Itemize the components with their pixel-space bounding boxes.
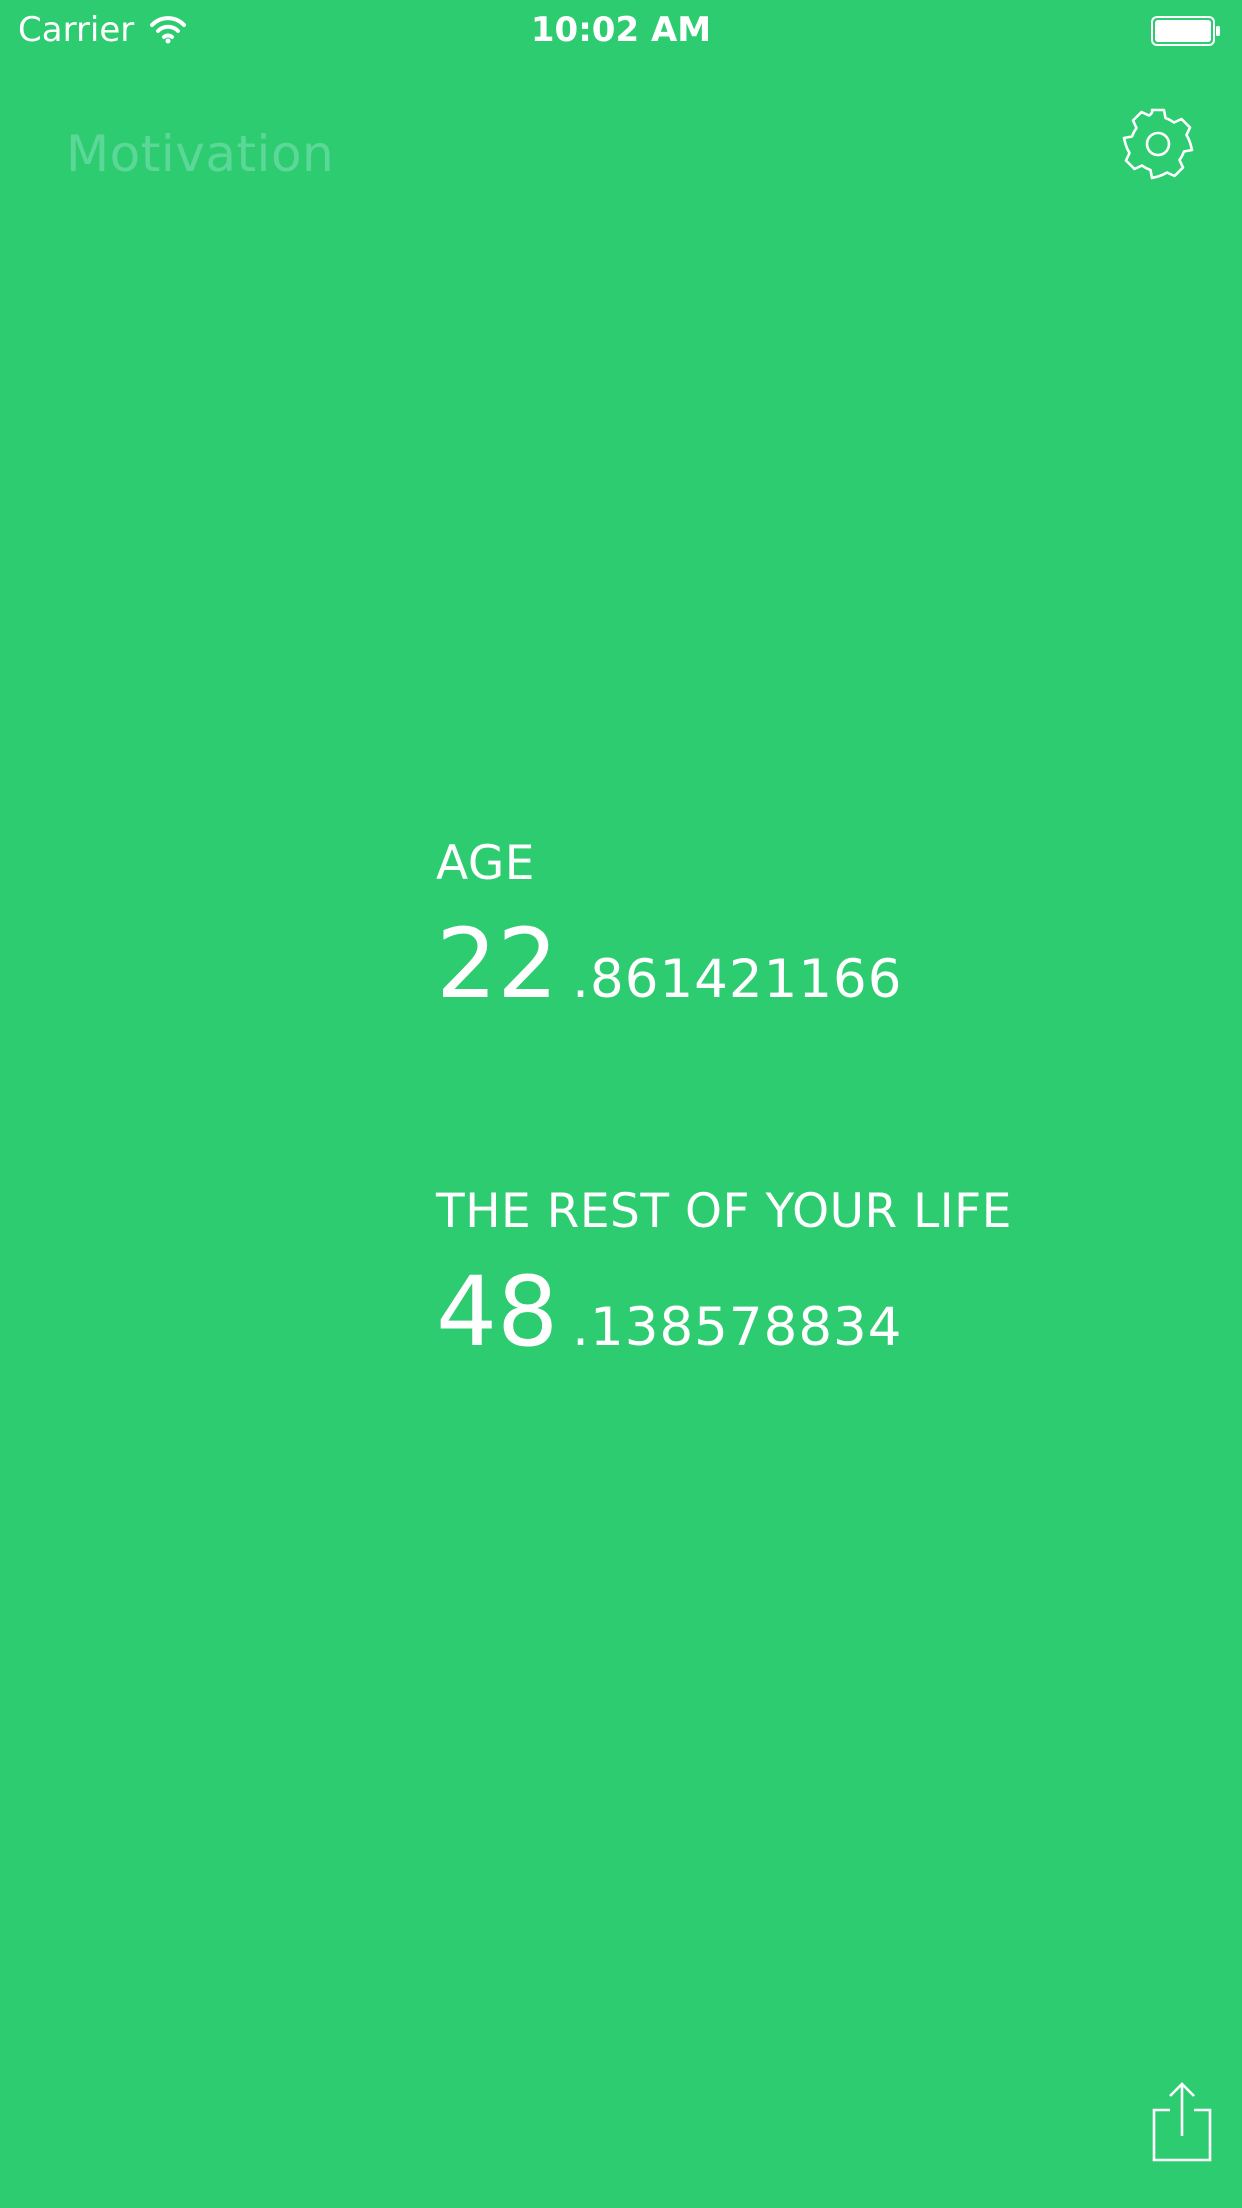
age-value: 22.861421166 <box>436 914 903 1014</box>
rest-of-life-integer: 48 <box>436 1256 559 1368</box>
age-fraction: .861421166 <box>572 949 903 1010</box>
rest-of-life-value: 48.138578834 <box>436 1262 1012 1362</box>
battery-icon <box>1151 16 1220 46</box>
settings-button[interactable] <box>1118 104 1198 184</box>
share-icon <box>1152 2082 1212 2162</box>
rest-of-life-stat: THE REST OF YOUR LIFE 48.138578834 <box>436 1184 1012 1362</box>
share-button[interactable] <box>1150 2080 1214 2164</box>
status-time: 10:02 AM <box>530 10 712 50</box>
page-title: Motivation <box>66 125 335 183</box>
rest-of-life-label: THE REST OF YOUR LIFE <box>436 1184 1012 1239</box>
status-bar: Carrier 10:02 AM <box>0 0 1242 60</box>
gear-icon <box>1122 108 1194 180</box>
rest-of-life-fraction: .138578834 <box>572 1297 903 1358</box>
age-stat: AGE 22.861421166 <box>436 836 903 1014</box>
age-integer: 22 <box>436 908 559 1020</box>
age-label: AGE <box>436 836 535 891</box>
